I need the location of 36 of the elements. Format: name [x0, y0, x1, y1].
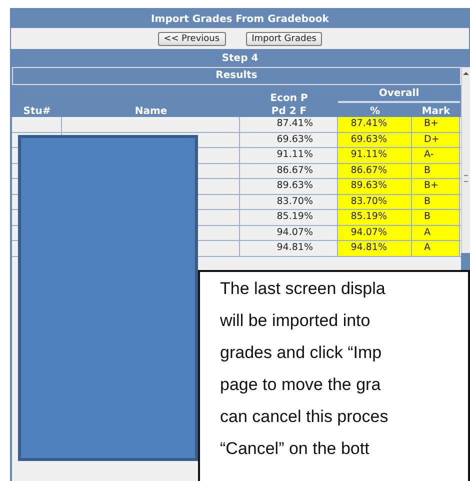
callout-text: page to move the gra — [220, 374, 381, 396]
table-cell: 89.63% — [338, 179, 412, 194]
table-cell: D+ — [412, 132, 460, 147]
column-header: % — [368, 105, 382, 119]
table-cell: A — [412, 241, 460, 256]
column-group-header: Overall — [338, 85, 460, 103]
column-header: Stu# — [22, 105, 52, 119]
results-heading: Results — [12, 68, 461, 85]
table-cell: 94.81% — [338, 241, 412, 256]
step-title: Step 4 — [222, 52, 258, 66]
callout-text: can cancel this proces — [220, 406, 388, 428]
previous-button[interactable]: << Previous — [158, 32, 226, 46]
table-cell: A- — [412, 148, 460, 162]
column-header: Name — [134, 105, 168, 119]
column-header: Econ P Pd 2 F — [269, 92, 309, 119]
table-cell: 85.19% — [338, 210, 412, 224]
window-title: Import Grades From Gradebook — [151, 13, 329, 27]
table-cell: 94.07% — [338, 226, 412, 240]
table-cell: 91.11% — [338, 148, 412, 162]
table-cell: B — [412, 210, 460, 224]
table-cell: B — [412, 164, 460, 178]
table-cell: B — [412, 194, 460, 209]
table-cell: 69.63% — [338, 132, 412, 147]
column-header: Mark — [420, 105, 452, 119]
callout-text: The last screen displa — [220, 278, 386, 300]
callout-text: grades and click “Imp — [220, 342, 382, 364]
scrollbar[interactable] — [461, 68, 470, 253]
table-cell: B+ — [412, 179, 460, 194]
table-cell: 87.41% — [338, 117, 412, 132]
callout-text: “Cancel” on the bott — [220, 438, 370, 460]
import-button[interactable]: Import Grades — [246, 32, 322, 46]
table-cell: A — [412, 226, 460, 240]
table-cell: 86.67% — [338, 164, 412, 178]
table-cell: B+ — [412, 117, 460, 132]
table-cell: 83.70% — [338, 194, 412, 209]
callout-text: will be imported into — [220, 310, 370, 332]
